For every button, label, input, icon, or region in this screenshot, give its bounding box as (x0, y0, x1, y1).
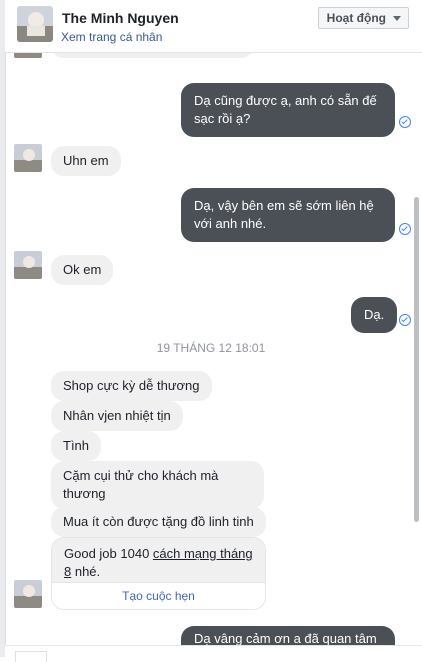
card-text: Good job 1040 cách mạng tháng 8 nhé. (52, 538, 265, 583)
chevron-down-icon (393, 16, 401, 21)
card-text-part: Good job 1040 (64, 546, 153, 561)
seen-check-icon (399, 116, 411, 128)
seen-check-icon (399, 314, 411, 326)
contact-name[interactable]: The Minh Nguyen (62, 10, 179, 26)
contact-avatar[interactable] (17, 6, 53, 42)
message-bubble-outgoing: Dạ, vậy bên em sẽ sớm liên hệ với anh nh… (181, 188, 395, 242)
message-bubble-incoming: Nhân vjen nhiệt tịn (51, 401, 183, 431)
scrollbar[interactable] (414, 197, 419, 522)
avatar (14, 580, 42, 608)
create-appointment-button[interactable]: Tạo cuộc hẹn (52, 582, 265, 609)
chat-header: The Minh Nguyen Xem trang cá nhân Hoạt đ… (5, 0, 422, 53)
status-label: Hoạt động (326, 11, 386, 25)
message-bubble-incoming: Cặm cụi thử cho khách mà thương (51, 461, 264, 509)
avatar (14, 144, 42, 172)
message-partial-bottom: Dạ vâng cảm ơn a đã quan tâm sử (5, 620, 422, 646)
message-bubble-incoming: Shop cực kỳ dễ thương (51, 371, 212, 401)
message-bubble-outgoing: Dạ. (351, 297, 398, 333)
message-bubble-incoming: Tình (51, 431, 102, 461)
message-bubble-incoming: Uhn em (51, 146, 121, 176)
timestamp-divider: 19 THÁNG 12 18:01 (156, 341, 266, 355)
card-text-part: nhé. (71, 564, 101, 579)
avatar (14, 251, 42, 279)
message-bubble-outgoing: Dạ vâng cảm ơn a đã quan tâm sử (181, 626, 395, 646)
message-bubble-incoming: Mua ít còn được tặng đồ linh tinh (51, 507, 266, 537)
composer (5, 645, 422, 662)
left-panel-edge (0, 0, 6, 657)
seen-check-icon (399, 223, 411, 235)
view-profile-link[interactable]: Xem trang cá nhân (61, 30, 162, 44)
message-bubble-outgoing: Dạ cũng được ạ, anh có sẵn đế sạc rồi ạ? (181, 83, 395, 137)
status-dropdown[interactable]: Hoạt động (317, 7, 409, 29)
message-bubble-incoming: Ok em (51, 255, 114, 285)
message-card: Good job 1040 cách mạng tháng 8 nhé. Tạo… (51, 537, 266, 610)
